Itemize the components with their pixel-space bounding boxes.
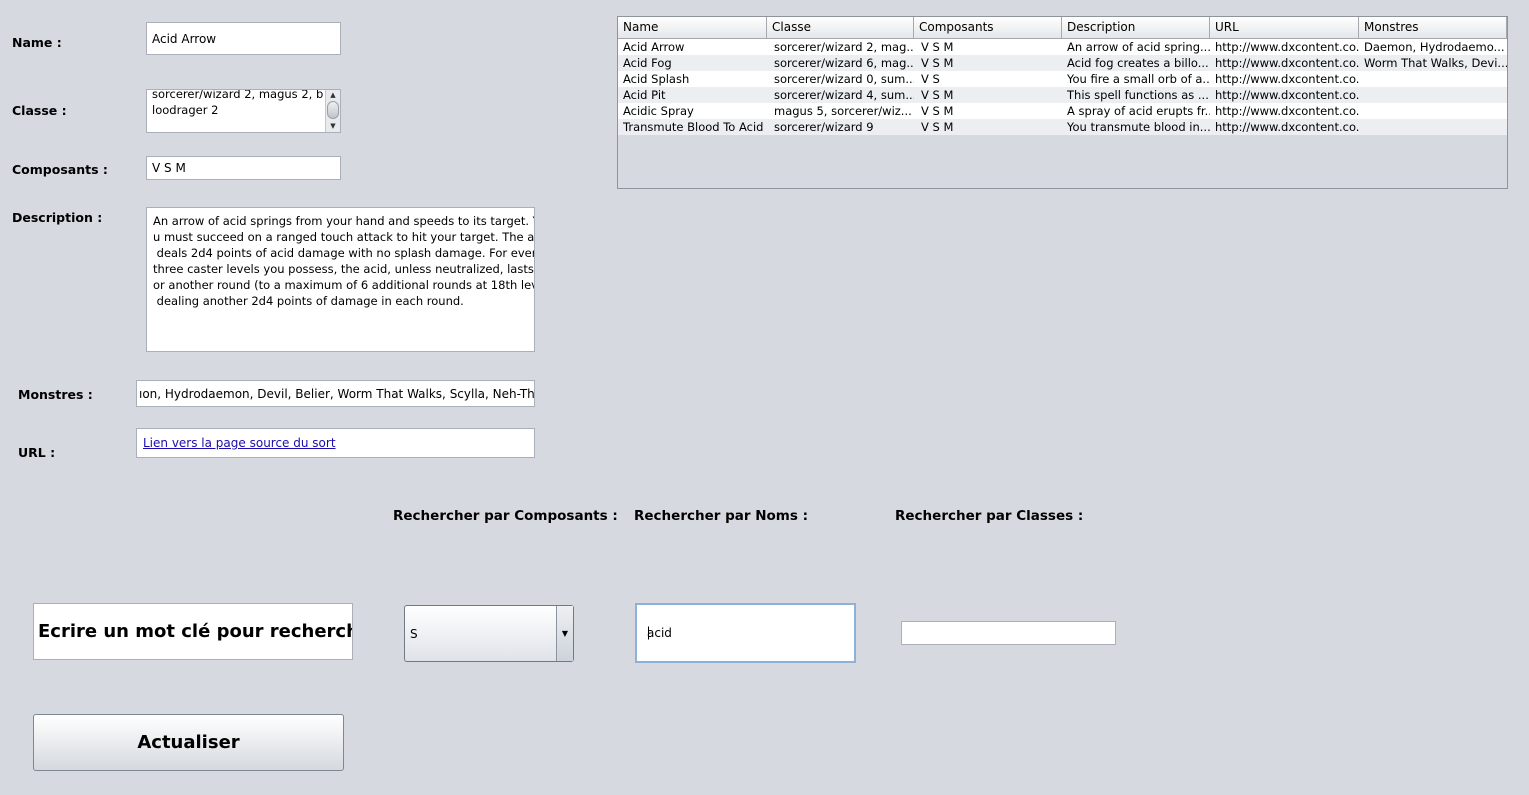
table-cell: An arrow of acid spring... — [1067, 40, 1210, 54]
name-search-input[interactable]: acid — [635, 603, 856, 663]
table-cell: Acid Splash — [623, 72, 690, 86]
table-cell: You fire a small orb of a... — [1067, 72, 1210, 86]
refresh-button[interactable]: Actualiser — [33, 714, 344, 771]
search-by-noms-label: Rechercher par Noms : — [634, 508, 809, 524]
monstres-field[interactable]: ıon, Hydrodaemon, Devil, Belier, Worm Th… — [136, 380, 535, 407]
search-by-composants-label: Rechercher par Composants : — [393, 508, 618, 524]
table-cell — [1359, 119, 1507, 135]
table-cell: Acid Fog — [623, 56, 672, 70]
table-row[interactable]: Acid Pit sorcerer/wizard 4, sum... V S M… — [618, 87, 1507, 103]
classe-line: sorcerer/wizard 2, magus 2, b — [152, 89, 324, 101]
column-header-description[interactable]: Description — [1062, 17, 1210, 38]
column-header-composants[interactable]: Composants — [914, 17, 1062, 38]
column-header-url[interactable]: URL — [1210, 17, 1359, 38]
table-cell — [1359, 103, 1507, 119]
table-cell: A spray of acid erupts fr... — [1067, 104, 1210, 118]
keyword-prompt: Ecrire un mot clé pour rechercher — [33, 603, 353, 660]
table-cell: http://www.dxcontent.co... — [1215, 88, 1359, 102]
table-cell: Acid fog creates a billo... — [1067, 56, 1209, 70]
url-link[interactable]: Lien vers la page source du sort — [143, 436, 336, 450]
table-cell: http://www.dxcontent.co... — [1215, 120, 1359, 134]
table-cell: V S — [921, 72, 940, 86]
scroll-down-icon[interactable]: ▼ — [326, 121, 340, 132]
class-search-input[interactable] — [901, 621, 1116, 645]
composants-field-value: V S M — [152, 161, 186, 175]
classe-textarea[interactable]: sorcerer/wizard 2, magus 2, b loodrager … — [146, 89, 341, 133]
table-row[interactable]: Acid Splash sorcerer/wizard 0, sum... V … — [618, 71, 1507, 87]
table-row[interactable]: Acidic Spray magus 5, sorcerer/wiz... V … — [618, 103, 1507, 119]
description-textarea[interactable]: An arrow of acid springs from your hand … — [146, 207, 535, 352]
table-cell: V S M — [921, 40, 954, 54]
description-label: Description : — [12, 210, 103, 225]
table-row[interactable]: Acid Arrow sorcerer/wizard 2, mag... V S… — [618, 39, 1507, 55]
table-cell: Transmute Blood To Acid — [623, 120, 764, 134]
column-header-classe[interactable]: Classe — [767, 17, 914, 38]
composants-field[interactable]: V S M — [146, 156, 341, 180]
description-line: u must succeed on a ranged touch attack … — [153, 230, 535, 244]
table-cell: sorcerer/wizard 2, mag... — [774, 40, 914, 54]
name-search-value: acid — [647, 626, 672, 640]
description-line: An arrow of acid springs from your hand … — [153, 214, 535, 228]
table-cell — [1359, 87, 1507, 103]
table-cell: sorcerer/wizard 6, mag... — [774, 56, 914, 70]
classe-scrollbar[interactable]: ▲ ▼ — [325, 90, 340, 132]
scroll-up-icon[interactable]: ▲ — [326, 90, 340, 101]
table-cell: V S M — [921, 56, 954, 70]
search-by-classes-label: Rechercher par Classes : — [895, 508, 1084, 524]
table-cell: V S M — [921, 104, 954, 118]
table-row[interactable]: Transmute Blood To Acid sorcerer/wizard … — [618, 119, 1507, 135]
table-cell: http://www.dxcontent.co... — [1215, 56, 1359, 70]
table-cell: http://www.dxcontent.co... — [1215, 104, 1359, 118]
url-field: Lien vers la page source du sort — [136, 428, 535, 458]
column-header-name[interactable]: Name — [618, 17, 767, 38]
table-cell: This spell functions as ... — [1067, 88, 1209, 102]
composants-select-value: S — [410, 626, 418, 641]
name-field[interactable]: Acid Arrow — [146, 22, 341, 55]
table-row[interactable]: Acid Fog sorcerer/wizard 6, mag... V S M… — [618, 55, 1507, 71]
table-cell: Acid Arrow — [623, 40, 685, 54]
table-cell: http://www.dxcontent.co... — [1215, 72, 1359, 86]
chevron-down-icon[interactable]: ▼ — [556, 606, 573, 661]
table-body: Acid Arrow sorcerer/wizard 2, mag... V S… — [618, 39, 1507, 135]
description-line: or another round (to a maximum of 6 addi… — [153, 278, 535, 292]
description-line: three caster levels you possess, the aci… — [153, 262, 535, 276]
table-cell: Daemon, Hydrodaemo... — [1364, 40, 1505, 54]
table-cell: Acidic Spray — [623, 104, 694, 118]
table-cell: sorcerer/wizard 9 — [774, 120, 874, 134]
table-cell: sorcerer/wizard 4, sum... — [774, 88, 914, 102]
url-label: URL : — [18, 445, 56, 460]
description-line: dealing another 2d4 points of damage in … — [153, 294, 464, 308]
name-field-value: Acid Arrow — [152, 31, 217, 46]
table-cell: magus 5, sorcerer/wiz... — [774, 104, 912, 118]
description-line: deals 2d4 points of acid damage with no … — [153, 246, 535, 260]
column-header-monstres[interactable]: Monstres — [1359, 17, 1507, 38]
spells-table[interactable]: Name Classe Composants Description URL M… — [617, 16, 1508, 189]
table-cell: V S M — [921, 120, 954, 134]
table-cell: You transmute blood in... — [1067, 120, 1210, 134]
table-cell — [1359, 71, 1507, 87]
monstres-label: Monstres : — [18, 387, 93, 402]
table-cell: http://www.dxcontent.co... — [1215, 40, 1359, 54]
table-cell: Acid Pit — [623, 88, 666, 102]
classe-line: loodrager 2 — [152, 103, 219, 117]
composants-label: Composants : — [12, 162, 108, 177]
classe-label: Classe : — [12, 103, 67, 118]
table-cell: Worm That Walks, Devi... — [1364, 56, 1507, 70]
text-caret — [648, 626, 649, 640]
monstres-field-value: ıon, Hydrodaemon, Devil, Belier, Worm Th… — [139, 386, 535, 401]
scroll-thumb[interactable] — [327, 101, 339, 119]
table-cell: V S M — [921, 88, 954, 102]
table-header: Name Classe Composants Description URL M… — [618, 17, 1507, 39]
table-cell: sorcerer/wizard 0, sum... — [774, 72, 914, 86]
composants-select[interactable]: S ▼ — [404, 605, 574, 662]
name-label: Name : — [12, 35, 62, 50]
